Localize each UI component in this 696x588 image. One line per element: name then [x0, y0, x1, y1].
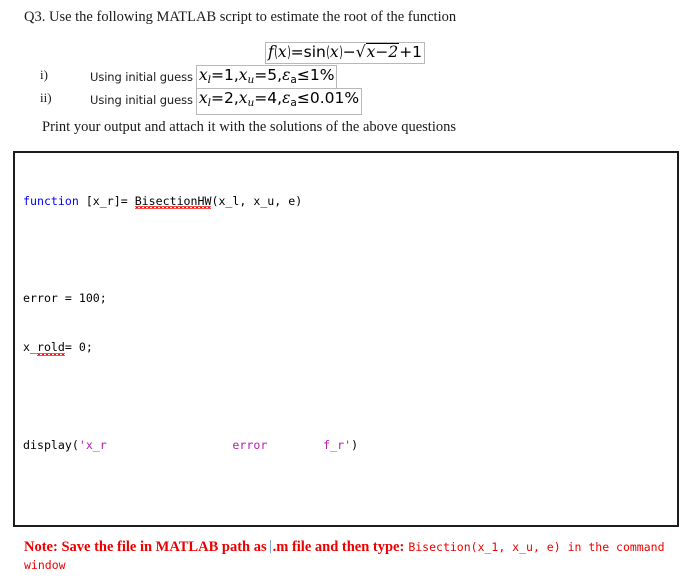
item-math-ii: xl=2,xu=4,εa≤0.01%: [195, 88, 363, 115]
code-line-6: display('x_r error f_r'): [23, 437, 677, 453]
equation-open-paren-2: (: [326, 43, 330, 61]
code-fn-args: (x_l, x_u, e): [211, 193, 303, 208]
sqrt-icon: √: [355, 43, 366, 61]
math-xu-ii: x: [238, 89, 248, 107]
equation-minus: −: [342, 43, 356, 61]
math-xl-i: x: [198, 66, 208, 84]
code-var-xrold-b: = 0;: [64, 340, 93, 355]
matlab-code-content: function [x_r]= BisectionHW(x_l, x_u, e)…: [15, 153, 677, 525]
equation-radicand: x−2: [365, 43, 400, 61]
note-block: Note: Save the file in MATLAB path as .m …: [24, 538, 684, 574]
code-display-string-1: 'x_r error f_r': [78, 438, 352, 453]
code-kw-function: function: [23, 193, 79, 208]
item-text-i: Using initial guess: [90, 70, 193, 84]
item-math-box-ii: xl=2,xu=4,εa≤0.01%: [195, 88, 363, 115]
item-text-ii: Using initial guess: [90, 93, 193, 107]
code-fn-signature: [x_r]=: [78, 193, 135, 208]
equation-close-paren-1: ): [286, 43, 291, 61]
code-display-call-1: display(: [23, 438, 79, 453]
item-marker-i: i): [40, 67, 48, 82]
code-line-1: function [x_r]= BisectionHW(x_l, x_u, e): [23, 192, 677, 209]
math-tol-ii: ≤0.01%: [296, 89, 360, 107]
equation-x-1: x: [277, 43, 287, 61]
note-bold-suffix: .m file and then type:: [272, 539, 405, 555]
item-marker-ii: ii): [40, 90, 52, 105]
question-heading: Q3. Use the following MATLAB script to e…: [24, 9, 457, 25]
math-eq2-i: =5: [254, 66, 278, 84]
equation-open-paren-1: (: [274, 43, 278, 61]
math-eq1-ii: =2: [210, 89, 234, 107]
note-command-wrap: window: [24, 558, 66, 572]
equation-equals-sin: =sin: [290, 43, 326, 61]
code-fn-name: BisectionHW: [134, 192, 212, 209]
list-item-ii: ii) Using initial guess xl=2,xu=4,εa≤0.0…: [40, 88, 363, 115]
page-root: { "question": { "heading": "Q3. Use the …: [0, 0, 696, 588]
code-display-close-1: ): [351, 438, 359, 453]
equation-f: f: [268, 43, 274, 61]
note-command-text: Bisection(x_1, x_u, e) in the command: [408, 540, 665, 554]
equation-box: f(x)=sin(x)−√x−2+1: [265, 42, 426, 64]
text-cursor-icon: [269, 540, 271, 553]
code-line-4: x_rold= 0;: [23, 339, 677, 356]
code-var-xrold-sq: rold: [36, 339, 65, 356]
code-line-3: error = 100;: [23, 291, 107, 306]
math-eq1-i: =1: [210, 66, 234, 84]
code-var-xrold-a: x_: [23, 340, 37, 355]
function-equation: f(x)=sin(x)−√x−2+1: [265, 42, 426, 64]
print-instruction: Print your output and attach it with the…: [42, 119, 457, 135]
equation-close-paren-2: ): [339, 43, 343, 61]
note-bold-prefix: Note: Save the file in MATLAB path as: [24, 539, 267, 555]
math-xu-i: x: [238, 66, 248, 84]
equation-plus-one: +1: [399, 43, 423, 61]
matlab-code-block: function [x_r]= BisectionHW(x_l, x_u, e)…: [13, 151, 679, 527]
equation-x-2: x: [329, 43, 339, 61]
math-tol-i: ≤1%: [296, 66, 335, 84]
math-xl-ii: x: [198, 89, 208, 107]
math-eq2-ii: =4: [254, 89, 278, 107]
